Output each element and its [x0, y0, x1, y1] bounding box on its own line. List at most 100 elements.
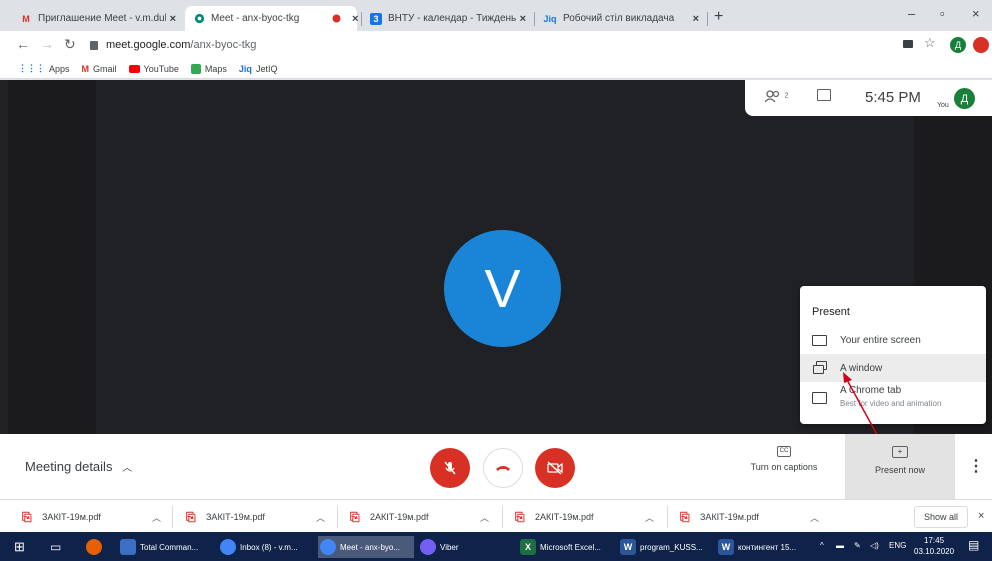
chrome-icon	[220, 539, 236, 555]
apps-grid-icon: ⋮⋮⋮	[18, 63, 45, 73]
participants-button[interactable]: 2	[764, 90, 789, 106]
windows-start-icon[interactable]: ⊞	[14, 536, 25, 558]
download-item[interactable]: ⎘ ЗАКІТ-19м.pdf ︿	[22, 508, 161, 526]
taskbar-app-total-commander[interactable]: Total Comman...	[118, 536, 214, 558]
language-indicator[interactable]: ENG	[889, 541, 906, 550]
tab-meet-invite[interactable]: M Приглашение Meet - v.m.dubov ×	[12, 6, 184, 31]
taskbar-app-label: контингент 15...	[738, 542, 797, 552]
firefox-taskbar-button[interactable]	[84, 536, 106, 558]
url-host: meet.google.com	[106, 39, 191, 51]
meeting-details-label: Meeting details	[25, 459, 113, 474]
taskbar-app-label: Total Comman...	[140, 542, 199, 552]
task-view-icon[interactable]: ▭	[50, 536, 61, 558]
forward-arrow-icon[interactable]: →	[40, 36, 54, 52]
tab-calendar[interactable]: 3 ВНТУ - календар - Тиждень (27 ×	[362, 6, 534, 31]
download-divider	[502, 506, 503, 528]
taskbar-app-viber[interactable]: Viber	[418, 536, 514, 558]
tab-recording[interactable]: ×	[322, 6, 362, 31]
close-tab-icon[interactable]: ×	[170, 13, 176, 25]
download-filename: ЗАКІТ-19м.pdf	[700, 512, 759, 522]
gmail-icon: M	[22, 13, 30, 24]
bookmark-maps[interactable]: Maps	[190, 63, 227, 74]
recording-icon	[330, 13, 342, 25]
download-filename: 2АКІТ-19м.pdf	[535, 512, 594, 522]
pdf-icon: ⎘	[515, 510, 525, 524]
close-tab-icon[interactable]: ×	[352, 13, 358, 25]
bookmark-apps[interactable]: ⋮⋮⋮ Apps	[18, 63, 70, 74]
turn-on-captions-button[interactable]: CC Turn on captions	[732, 444, 836, 472]
jetiq-icon: Jiq	[543, 13, 557, 24]
browser-toolbar: ← → ↻ meet.google.com /anx-byoc-tkg ☆ Д	[0, 31, 992, 59]
download-filename: ЗАКІТ-19м.pdf	[42, 512, 101, 522]
bookmark-gmail[interactable]: M Gmail	[82, 64, 117, 74]
taskbar-app-inbox[interactable]: Inbox (8) - v.m...	[218, 536, 314, 558]
present-window-option[interactable]: A window	[800, 354, 986, 382]
close-tab-icon[interactable]: ×	[693, 13, 699, 25]
chevron-up-icon[interactable]: ︿	[645, 511, 654, 524]
star-icon[interactable]: ☆	[924, 35, 936, 51]
people-icon	[764, 90, 780, 103]
total-commander-icon	[120, 539, 136, 555]
clock-date: 03.10.2020	[914, 547, 955, 556]
leave-call-button[interactable]	[483, 448, 523, 488]
close-downloads-icon[interactable]: ×	[978, 510, 984, 522]
tray-chevron-icon[interactable]: ^	[820, 541, 824, 550]
present-now-button[interactable]: + Present now	[845, 434, 955, 499]
meeting-details-button[interactable]: Meeting details ︿	[25, 459, 132, 474]
bookmark-label: Maps	[204, 63, 227, 74]
bookmark-youtube[interactable]: YouTube	[128, 64, 179, 74]
taskbar-app-label: program_KUSS...	[640, 542, 703, 552]
download-item[interactable]: ⎘ 2АКІТ-19м.pdf ︿	[350, 508, 489, 526]
new-tab-button[interactable]: +	[714, 8, 723, 26]
window-icon-back	[813, 365, 824, 374]
download-item[interactable]: ⎘ 2АКІТ-19м.pdf ︿	[515, 508, 654, 526]
self-avatar[interactable]: Д	[954, 88, 975, 109]
camera-in-use-icon[interactable]	[903, 40, 913, 48]
download-filename: 2АКІТ-19м.pdf	[370, 512, 429, 522]
profile-avatar[interactable]: Д	[950, 37, 966, 53]
bookmark-jetiq[interactable]: Jiq JetIQ	[239, 64, 278, 74]
chevron-up-icon[interactable]: ︿	[152, 511, 161, 524]
minimize-button[interactable]: –	[908, 6, 915, 21]
network-icon[interactable]: ▬	[836, 541, 844, 550]
present-screen-icon: +	[892, 446, 908, 458]
reload-icon[interactable]: ↻	[64, 36, 76, 53]
bookmark-label: JetIQ	[255, 63, 278, 74]
notifications-icon[interactable]: ▤	[968, 538, 979, 552]
pen-icon[interactable]: ✎	[854, 541, 861, 550]
option-label: Your entire screen	[840, 334, 921, 346]
chevron-up-icon[interactable]: ︿	[810, 511, 819, 524]
taskbar-app-meet[interactable]: Meet - anx-byo...	[318, 536, 414, 558]
taskbar-app-excel[interactable]: X Microsoft Excel...	[518, 536, 614, 558]
extension-icon[interactable]	[973, 37, 989, 53]
present-chrome-tab-option[interactable]: A Chrome tab Best for video and animatio…	[800, 382, 986, 414]
taskbar-clock[interactable]: 17:45 03.10.2020	[914, 535, 954, 557]
download-item[interactable]: ⎘ ЗАКІТ-19м.pdf ︿	[680, 508, 819, 526]
bookmarks-bar: ⋮⋮⋮ Apps M Gmail YouTube Maps Jiq JetIQ	[0, 59, 992, 79]
back-arrow-icon[interactable]: ←	[16, 36, 30, 52]
present-entire-screen-option[interactable]: Your entire screen	[800, 326, 986, 354]
word-icon: W	[620, 539, 636, 555]
taskbar-app-word-kontyngent[interactable]: W контингент 15...	[716, 536, 812, 558]
show-all-button[interactable]: Show all	[914, 506, 968, 528]
hang-up-icon	[496, 466, 510, 471]
maximize-button[interactable]: ▫	[940, 6, 945, 21]
camera-off-button[interactable]	[535, 448, 575, 488]
mic-off-button[interactable]	[430, 448, 470, 488]
chat-icon[interactable]	[817, 89, 831, 101]
taskbar-app-word-program[interactable]: W program_KUSS...	[618, 536, 714, 558]
jetiq-icon: Jiq	[238, 63, 252, 74]
volume-icon[interactable]: ◁)	[870, 541, 879, 550]
chevron-up-icon[interactable]: ︿	[316, 511, 325, 524]
captions-label: Turn on captions	[750, 462, 818, 472]
window-close-button[interactable]: ×	[972, 6, 980, 21]
download-item[interactable]: ⎘ ЗАКІТ-19м.pdf ︿	[186, 508, 325, 526]
address-bar[interactable]: meet.google.com /anx-byoc-tkg	[90, 34, 895, 56]
chevron-up-icon[interactable]: ︿	[480, 511, 489, 524]
close-tab-icon[interactable]: ×	[520, 13, 526, 25]
participant-count: 2	[784, 92, 789, 100]
more-options-icon[interactable]: ⋮	[968, 456, 984, 476]
monitor-icon	[812, 334, 827, 346]
tab-jetiq[interactable]: Jiq Робочий стіл викладача ×	[535, 6, 707, 31]
present-now-label: Present now	[874, 465, 926, 475]
